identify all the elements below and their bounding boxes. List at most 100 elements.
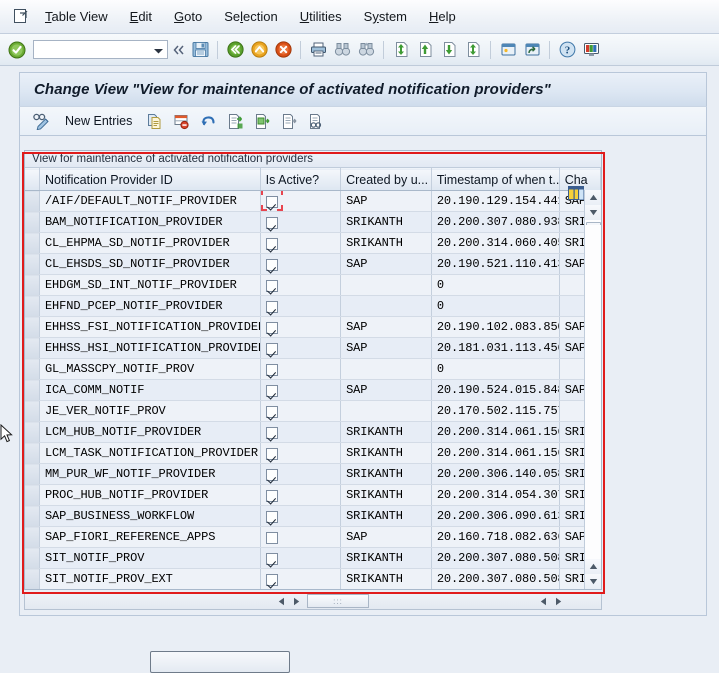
cell-notification-provider-id[interactable]: CL_EHSDS_SD_NOTIF_PROVIDER (39, 253, 261, 275)
column-is-active[interactable]: Is Active? (260, 168, 342, 191)
menu-system[interactable]: System (353, 7, 418, 26)
checkbox-checked-icon[interactable] (265, 237, 278, 250)
table-row[interactable]: MM_PUR_WF_NOTIF_PROVIDER SRIKANTH 20.200.3… (25, 463, 601, 485)
table-row[interactable]: /AIF/DEFAULT_NOTIF_PROVIDER SAP 20.190.129… (25, 190, 601, 212)
row-select-cell[interactable] (25, 232, 40, 254)
table-row[interactable]: SIT_NOTIF_PROV SRIKANTH 20.200.307.080.508… (25, 547, 601, 569)
table-row[interactable]: EHDGM_SD_INT_NOTIF_PROVIDER 0 (25, 274, 601, 296)
cell-is-active[interactable] (260, 568, 342, 589)
cell-is-active[interactable] (260, 337, 342, 359)
display-change-toggle-button[interactable] (28, 110, 55, 132)
checkbox-checked-icon[interactable] (265, 363, 278, 376)
cell-notification-provider-id[interactable]: EHHSS_HSI_NOTIFICATION_PROVIDER (39, 337, 261, 359)
cell-timestamp[interactable]: 20.181.031.113.456 (431, 337, 560, 359)
cell-notification-provider-id[interactable]: /AIF/DEFAULT_NOTIF_PROVIDER (39, 190, 261, 212)
scroll-left-arrow-icon-right[interactable] (537, 594, 550, 608)
scroll-down-arrow-icon[interactable] (585, 205, 601, 220)
cell-timestamp[interactable]: 20.200.306.140.058 (431, 463, 560, 485)
is-active-checkbox-wrapper[interactable] (265, 446, 278, 460)
is-active-checkbox-wrapper[interactable] (265, 425, 278, 439)
cell-notification-provider-id[interactable]: SAP_FIORI_REFERENCE_APPS (39, 526, 261, 548)
select-block-button[interactable] (250, 110, 275, 132)
is-active-checkbox-wrapper[interactable] (265, 551, 278, 565)
checkbox-checked-icon[interactable] (265, 510, 278, 523)
column-select-all[interactable] (25, 168, 40, 191)
checkbox-unchecked-icon[interactable] (265, 531, 278, 544)
horizontal-scrollbar[interactable]: ::: (24, 592, 602, 610)
cell-timestamp[interactable]: 20.200.314.060.405 (431, 232, 560, 254)
cell-timestamp[interactable]: 20.190.102.083.850 (431, 316, 560, 338)
find-button[interactable] (331, 39, 353, 61)
deselect-all-button[interactable] (277, 110, 302, 132)
menu-goto[interactable]: Goto (163, 7, 213, 26)
create-shortcut-button[interactable] (521, 39, 543, 61)
cell-created-by-user[interactable]: SAP (340, 253, 432, 275)
column-notification-provider-id[interactable]: Notification Provider ID (39, 168, 261, 191)
row-select-cell[interactable] (25, 274, 40, 296)
cell-timestamp[interactable]: 0 (431, 295, 560, 317)
checkbox-checked-icon[interactable] (265, 426, 278, 439)
cell-created-by-user[interactable]: SRIKANTH (340, 463, 432, 485)
cell-timestamp[interactable]: 20.200.307.080.508 (431, 568, 560, 589)
scroll-up-arrow-icon[interactable] (585, 190, 601, 205)
cell-created-by-user[interactable] (340, 295, 432, 317)
column-timestamp[interactable]: Timestamp of when t... (431, 168, 560, 191)
cell-notification-provider-id[interactable]: SIT_NOTIF_PROV_EXT (39, 568, 261, 589)
cell-is-active[interactable] (260, 505, 342, 527)
local-layout-button[interactable] (580, 39, 602, 61)
table-row[interactable]: ICA_COMM_NOTIF SAP 20.190.524.015.848 SAP (25, 379, 601, 401)
cell-created-by-user[interactable]: SRIKANTH (340, 484, 432, 506)
help-button[interactable]: ? (556, 39, 578, 61)
table-row[interactable]: PROC_HUB_NOTIF_PROVIDER SRIKANTH 20.200.31… (25, 484, 601, 506)
double-chevron-left-icon[interactable] (172, 45, 186, 55)
cell-notification-provider-id[interactable]: EHDGM_SD_INT_NOTIF_PROVIDER (39, 274, 261, 296)
menu-utilities[interactable]: Utilities (289, 7, 353, 26)
scroll-left-arrow-icon[interactable] (275, 594, 288, 608)
first-page-button[interactable] (390, 39, 412, 61)
vertical-scrollbar[interactable] (584, 190, 601, 589)
select-all-button[interactable] (223, 110, 248, 132)
scroll-track[interactable] (585, 225, 601, 557)
menu-help[interactable]: Help (418, 7, 467, 26)
cell-is-active[interactable] (260, 400, 342, 422)
table-row[interactable]: EHHSS_HSI_NOTIFICATION_PROVIDER SAP 20.181… (25, 337, 601, 359)
row-select-cell[interactable] (25, 337, 40, 359)
table-row[interactable]: LCM_TASK_NOTIFICATION_PROVIDER SRIKANTH 20… (25, 442, 601, 464)
hscroll-thumb[interactable]: ::: (307, 594, 369, 608)
back-button[interactable] (224, 39, 246, 61)
details-button[interactable] (304, 110, 329, 132)
is-active-checkbox-wrapper[interactable] (265, 299, 278, 313)
footer-button[interactable] (150, 651, 290, 673)
cell-created-by-user[interactable] (340, 358, 432, 380)
cell-timestamp[interactable]: 0 (431, 358, 560, 380)
cell-timestamp[interactable]: 20.190.521.110.413 (431, 253, 560, 275)
cell-timestamp[interactable]: 20.200.307.080.938 (431, 211, 560, 233)
cell-is-active[interactable] (260, 463, 342, 485)
cell-created-by-user[interactable] (340, 274, 432, 296)
table-row[interactable]: CL_EHSDS_SD_NOTIF_PROVIDER SAP 20.190.521.… (25, 253, 601, 275)
checkbox-checked-icon[interactable] (265, 489, 278, 502)
table-row[interactable]: SAP_BUSINESS_WORKFLOW SRIKANTH 20.200.306.… (25, 505, 601, 527)
cell-timestamp[interactable]: 20.200.314.061.156 (431, 442, 560, 464)
table-row[interactable]: EHFND_PCEP_NOTIF_PROVIDER 0 (25, 295, 601, 317)
table-row[interactable]: SIT_NOTIF_PROV_EXT SRIKANTH 20.200.307.080… (25, 568, 601, 589)
cell-is-active[interactable] (260, 484, 342, 506)
cell-notification-provider-id[interactable]: EHHSS_FSI_NOTIFICATION_PROVIDER (39, 316, 261, 338)
cell-is-active[interactable] (260, 421, 342, 443)
cell-created-by-user[interactable]: SRIKANTH (340, 211, 432, 233)
table-row[interactable]: CL_EHPMA_SD_NOTIF_PROVIDER SRIKANTH 20.200… (25, 232, 601, 254)
cell-created-by-user[interactable]: SAP (340, 379, 432, 401)
is-active-checkbox-wrapper[interactable] (265, 362, 278, 376)
save-button[interactable] (189, 39, 211, 61)
checkbox-checked-icon[interactable] (265, 405, 278, 418)
row-select-cell[interactable] (25, 505, 40, 527)
table-row[interactable]: BAM_NOTIFICATION_PROVIDER SRIKANTH 20.200.… (25, 211, 601, 233)
cell-timestamp[interactable]: 20.190.129.154.441 (431, 190, 560, 212)
row-select-cell[interactable] (25, 379, 40, 401)
cell-notification-provider-id[interactable]: JE_VER_NOTIF_PROV (39, 400, 261, 422)
cell-notification-provider-id[interactable]: GL_MASSCPY_NOTIF_PROV (39, 358, 261, 380)
is-active-checkbox-wrapper[interactable] (265, 467, 278, 481)
print-button[interactable] (307, 39, 329, 61)
table-row[interactable]: EHHSS_FSI_NOTIFICATION_PROVIDER SAP 20.190… (25, 316, 601, 338)
cell-is-active[interactable] (260, 232, 342, 254)
